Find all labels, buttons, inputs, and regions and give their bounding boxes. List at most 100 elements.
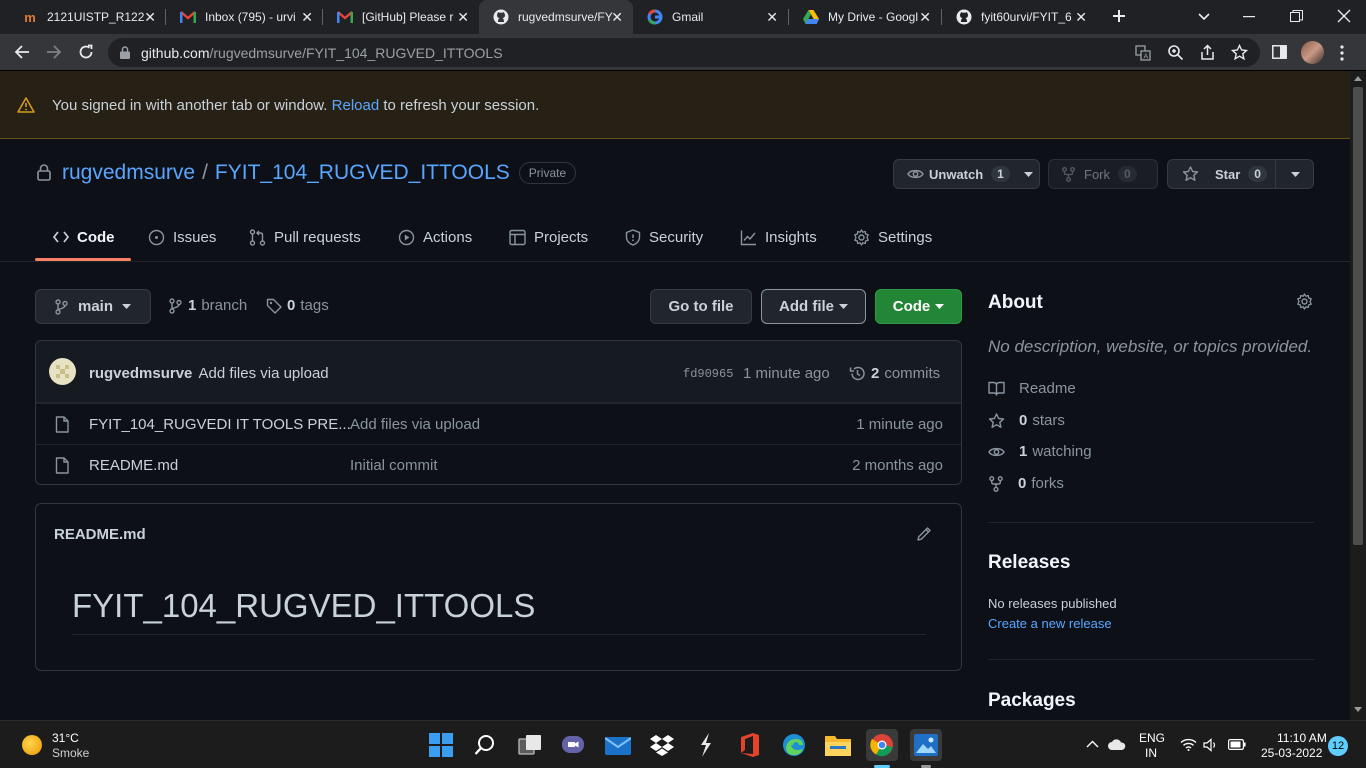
page-scrollbar[interactable] xyxy=(1350,71,1366,720)
file-name-link[interactable]: README.md xyxy=(89,457,178,474)
unwatch-button[interactable]: Unwatch 1 xyxy=(893,159,1040,189)
fork-button[interactable]: Fork 0 xyxy=(1048,159,1158,189)
commit-message-link[interactable]: Add files via upload xyxy=(199,365,329,382)
star-button[interactable]: Star 0 xyxy=(1167,159,1314,189)
office-icon[interactable] xyxy=(734,729,766,761)
weather-sun-icon[interactable] xyxy=(22,735,42,755)
gear-icon[interactable] xyxy=(1296,293,1313,310)
close-tab-icon[interactable]: ✕ xyxy=(919,9,931,25)
commit-author-link[interactable]: rugvedmsurve xyxy=(89,365,192,382)
restore-icon[interactable] xyxy=(1290,10,1303,23)
back-icon[interactable] xyxy=(12,42,32,62)
releases-heading-link[interactable]: Releases xyxy=(988,552,1070,574)
close-tab-icon[interactable]: ✕ xyxy=(144,9,156,25)
file-row[interactable]: README.md Initial commit 2 months ago xyxy=(36,444,961,484)
packages-heading-link[interactable]: Packages xyxy=(988,690,1076,712)
readme-link[interactable]: Readme xyxy=(988,380,1076,397)
code-clone-button[interactable]: Code xyxy=(875,289,962,324)
close-tab-icon[interactable]: ✕ xyxy=(611,9,623,25)
address-bar[interactable]: github.com/rugvedmsurve/FYIT_104_RUGVED_… xyxy=(108,38,1260,67)
language-indicator[interactable]: ENG xyxy=(1139,731,1165,745)
browser-tab-active[interactable]: rugvedmsurve/FY ✕ xyxy=(479,0,633,34)
scroll-down-icon[interactable] xyxy=(1354,707,1362,713)
window-close-icon[interactable] xyxy=(1337,9,1351,23)
tab-projects[interactable]: Projects xyxy=(509,212,588,262)
clock-date[interactable]: 25-03-2022 xyxy=(1261,746,1322,760)
browser-tab[interactable]: fyit60urvi/FYIT_6 ✕ xyxy=(942,0,1097,34)
browser-tab[interactable]: My Drive - Googl ✕ xyxy=(789,0,941,34)
file-name-link[interactable]: FYIT_104_RUGVEDI IT TOOLS PRE... xyxy=(89,416,351,433)
close-tab-icon[interactable]: ✕ xyxy=(766,9,778,25)
add-file-button[interactable]: Add file xyxy=(761,289,866,324)
scroll-up-icon[interactable] xyxy=(1354,75,1362,81)
commit-sha-link[interactable]: fd90965 xyxy=(683,367,733,381)
stars-link[interactable]: 0 stars xyxy=(988,412,1065,429)
forks-link[interactable]: 0 forks xyxy=(988,475,1064,492)
onedrive-cloud-icon[interactable] xyxy=(1108,739,1126,750)
dropbox-icon[interactable] xyxy=(646,729,678,761)
tab-search-icon[interactable] xyxy=(1197,9,1211,23)
close-tab-icon[interactable]: ✕ xyxy=(301,9,313,25)
close-tab-icon[interactable]: ✕ xyxy=(457,9,469,25)
bookmark-star-icon[interactable] xyxy=(1231,44,1248,61)
author-avatar[interactable] xyxy=(49,358,76,385)
tab-actions[interactable]: Actions xyxy=(398,212,472,262)
file-explorer-icon[interactable] xyxy=(822,729,854,761)
app-bolt-icon[interactable] xyxy=(690,729,722,761)
file-commit-message-link[interactable]: Add files via upload xyxy=(350,416,480,433)
mail-icon[interactable] xyxy=(602,729,634,761)
browser-tab[interactable]: m 2121UISTP_R122 ✕ xyxy=(8,0,166,34)
go-to-file-button[interactable]: Go to file xyxy=(650,289,752,324)
create-release-link[interactable]: Create a new release xyxy=(988,616,1112,631)
task-view-icon[interactable] xyxy=(514,729,546,761)
tab-issues[interactable]: Issues xyxy=(148,212,216,262)
file-commit-message-link[interactable]: Initial commit xyxy=(350,457,438,474)
tab-code[interactable]: Code xyxy=(53,212,115,262)
photos-icon[interactable] xyxy=(910,729,942,761)
repo-name-link[interactable]: FYIT_104_RUGVED_ITTOOLS xyxy=(215,161,510,185)
branch-select-button[interactable]: main xyxy=(35,289,151,324)
forward-icon[interactable] xyxy=(44,42,64,62)
repo-owner-link[interactable]: rugvedmsurve xyxy=(62,161,195,185)
weather-condition[interactable]: Smoke xyxy=(52,746,89,760)
windows-start-icon[interactable] xyxy=(425,729,457,761)
region-indicator[interactable]: IN xyxy=(1145,746,1157,760)
translate-icon[interactable]: A xyxy=(1135,45,1151,61)
clock-time[interactable]: 11:10 AM xyxy=(1277,731,1327,745)
minimize-icon[interactable] xyxy=(1243,16,1255,18)
close-tab-icon[interactable]: ✕ xyxy=(1075,9,1087,25)
volume-icon[interactable] xyxy=(1203,738,1219,752)
zoom-icon[interactable] xyxy=(1167,44,1184,61)
chrome-menu-icon[interactable] xyxy=(1340,45,1344,61)
wifi-icon[interactable] xyxy=(1180,738,1197,751)
branches-link[interactable]: 1 branch xyxy=(169,297,247,314)
side-panel-icon[interactable] xyxy=(1272,45,1287,59)
profile-avatar[interactable] xyxy=(1301,41,1324,64)
watchers-link[interactable]: 1 watching xyxy=(988,443,1092,460)
battery-icon[interactable] xyxy=(1228,739,1246,750)
chrome-taskbar-icon[interactable] xyxy=(866,729,898,761)
edit-pencil-icon[interactable] xyxy=(916,526,932,542)
weather-temperature[interactable]: 31°C xyxy=(52,731,79,745)
teams-chat-icon[interactable] xyxy=(557,729,589,761)
tab-settings[interactable]: Settings xyxy=(853,212,932,262)
tags-link[interactable]: 0 tags xyxy=(266,297,329,314)
star-list-caret-icon[interactable] xyxy=(1291,172,1300,177)
edge-icon[interactable] xyxy=(778,729,810,761)
reload-icon[interactable] xyxy=(76,42,96,62)
chevron-up-icon[interactable] xyxy=(1086,740,1099,748)
browser-tab[interactable]: Gmail ✕ xyxy=(633,0,788,34)
reload-link[interactable]: Reload xyxy=(332,97,380,114)
file-row[interactable]: FYIT_104_RUGVEDI IT TOOLS PRE... Add fil… xyxy=(36,403,961,444)
scrollbar-thumb[interactable] xyxy=(1353,87,1363,545)
new-tab-icon[interactable] xyxy=(1110,7,1128,25)
browser-tab[interactable]: Inbox (795) - urvi ✕ xyxy=(166,0,323,34)
browser-tab[interactable]: [GitHub] Please r ✕ xyxy=(323,0,479,34)
tab-insights[interactable]: Insights xyxy=(740,212,817,262)
notification-badge[interactable]: 12 xyxy=(1328,736,1348,756)
search-icon[interactable] xyxy=(469,729,501,761)
commits-history-link[interactable]: 2 commits xyxy=(849,365,940,382)
share-icon[interactable] xyxy=(1199,44,1216,61)
tab-pull-requests[interactable]: Pull requests xyxy=(249,212,361,262)
tab-security[interactable]: Security xyxy=(625,212,703,262)
